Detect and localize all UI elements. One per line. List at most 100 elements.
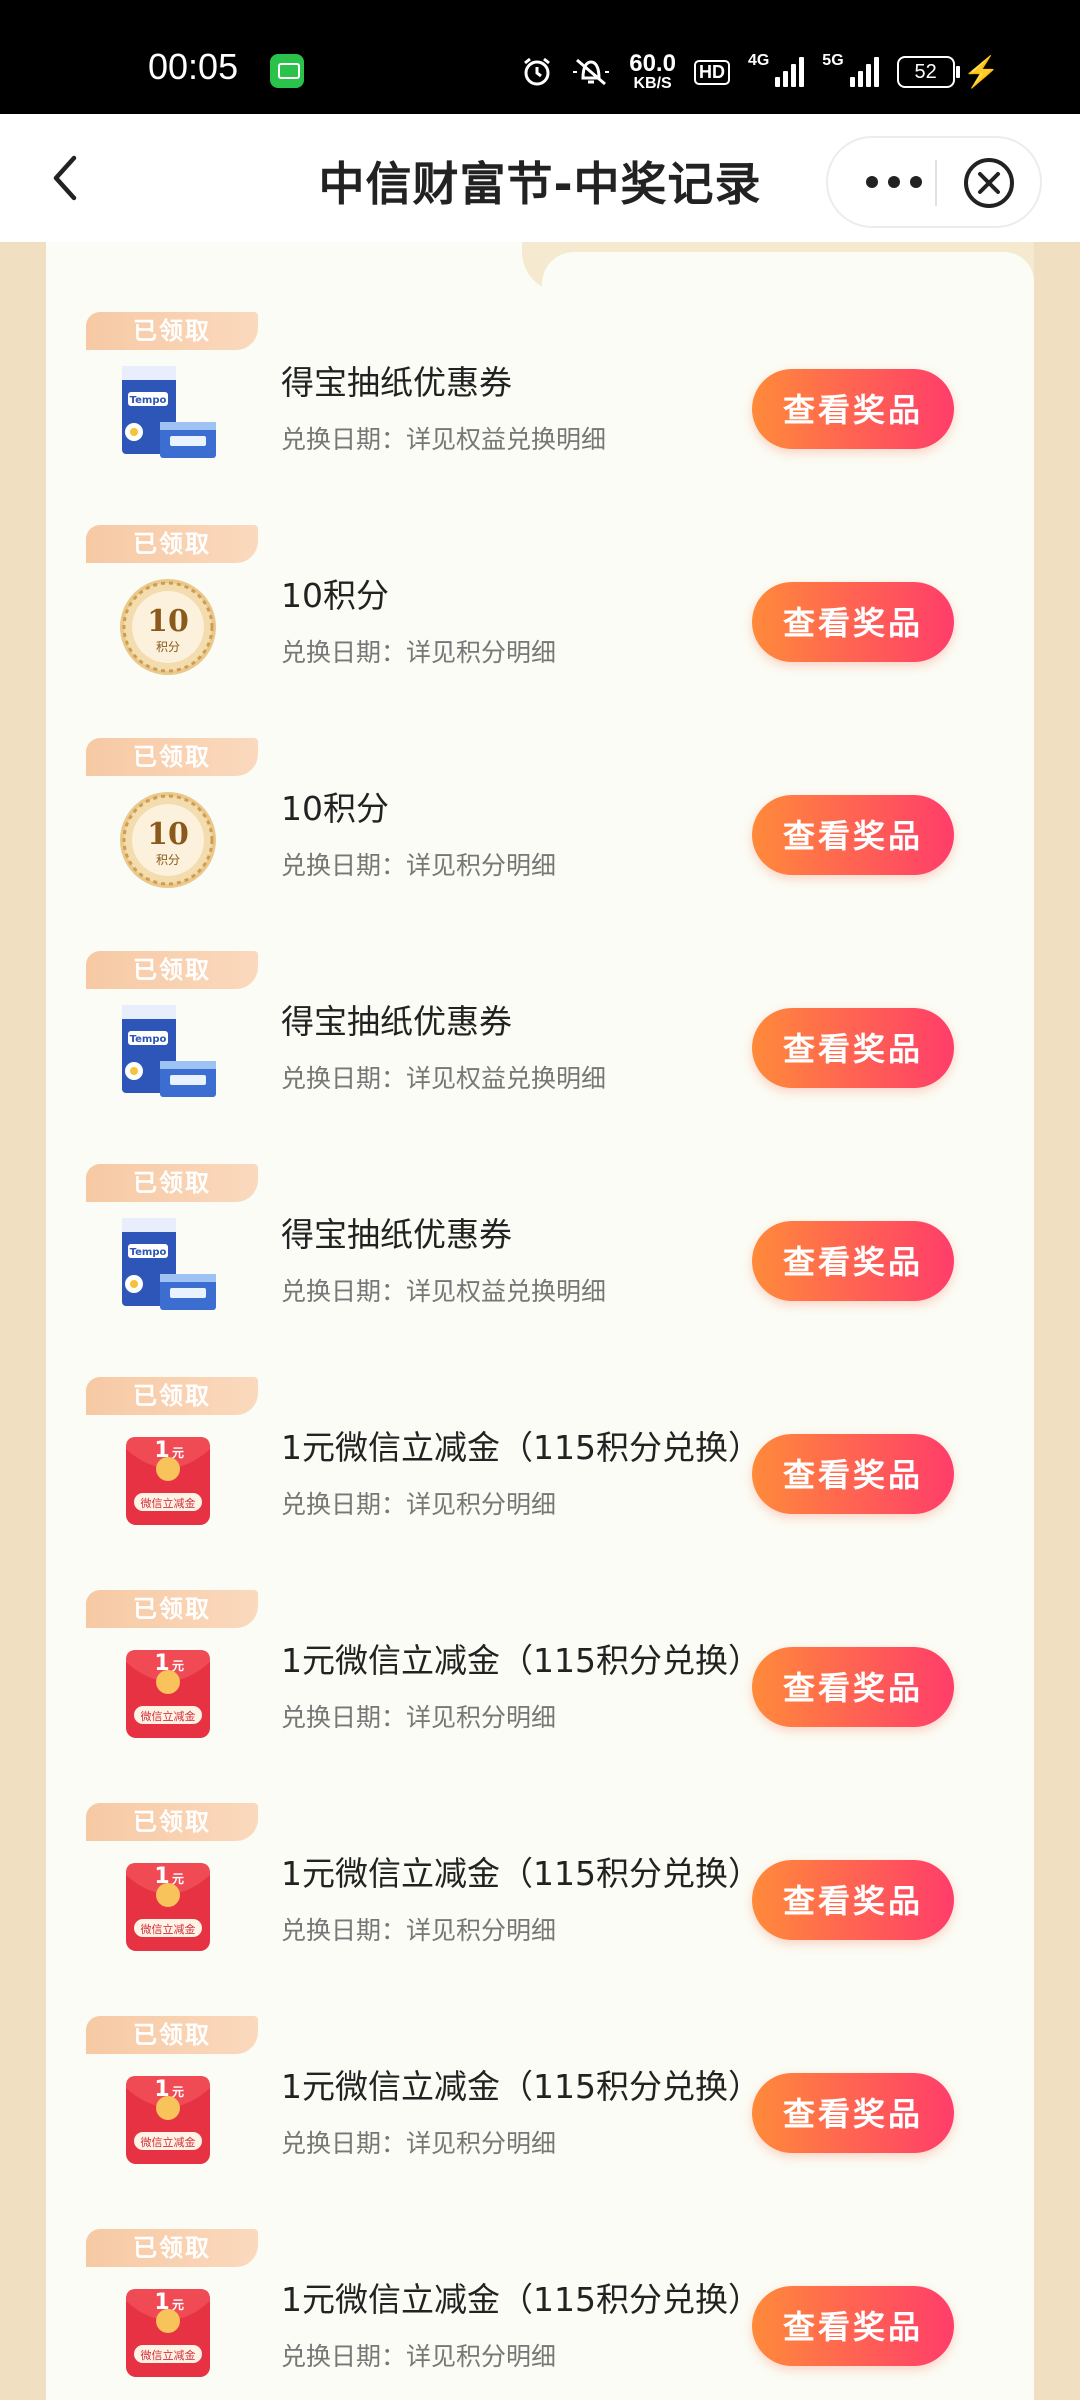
prize-thumbnail: 1 元 微信立减金 [116, 1853, 220, 1957]
status-icons: 60.0 KB/S HD 4G 5G 52 ⚡ [521, 50, 1000, 94]
redeem-date-text: 兑换日期：详见积分明细 [281, 851, 557, 880]
icon-text-value: 1 [154, 1864, 169, 1889]
list-item: 已领取 Tempo 得宝抽纸优惠券 兑换日期：详见权益兑换明细 查看奖品 [46, 951, 1034, 1164]
prize-thumbnail: 1 元 微信立减金 [116, 1427, 220, 1531]
redeem-date-text: 兑换日期：详见积分明细 [281, 638, 557, 667]
view-prize-button[interactable]: 查看奖品 [752, 2286, 954, 2366]
red-envelope-icon: 1 元 微信立减金 [126, 1650, 210, 1738]
prize-title: 1元微信立减金（115积分兑换） [281, 1641, 761, 1680]
claimed-badge: 已领取 [86, 312, 258, 350]
status-time: 00:05 [148, 46, 239, 87]
prize-thumbnail: Tempo [116, 1001, 220, 1105]
prize-title: 得宝抽纸优惠券 [281, 363, 512, 402]
icon-text-unit: 元 [172, 1872, 184, 1886]
view-prize-button[interactable]: 查看奖品 [752, 2073, 954, 2153]
icon-text-unit: 积分 [156, 640, 180, 654]
redeem-date-text: 兑换日期：详见积分明细 [281, 2342, 557, 2371]
icon-text-brand: Tempo [130, 1247, 167, 1258]
signal-bars-icon [775, 57, 805, 87]
network-speed: 60.0 KB/S [629, 52, 676, 92]
icon-text-unit: 元 [172, 1446, 184, 1460]
redeem-date-text: 兑换日期：详见积分明细 [281, 1703, 557, 1732]
view-prize-button[interactable]: 查看奖品 [752, 1221, 954, 1301]
view-prize-button[interactable]: 查看奖品 [752, 582, 954, 662]
redeem-date-text: 兑换日期：详见积分明细 [281, 1490, 557, 1519]
tissue-pack-icon: Tempo [122, 1005, 216, 1097]
prize-thumbnail: 1 元 微信立减金 [116, 1640, 220, 1744]
prize-thumbnail: Tempo [116, 1214, 220, 1318]
speed-unit: KB/S [633, 75, 672, 92]
view-prize-button[interactable]: 查看奖品 [752, 1647, 954, 1727]
claimed-badge: 已领取 [86, 2016, 258, 2054]
battery-icon: 52 [896, 56, 960, 88]
tissue-pack-icon: Tempo [122, 1218, 216, 1310]
claimed-badge: 已领取 [86, 738, 258, 776]
redeem-date-text: 兑换日期：详见权益兑换明细 [281, 1277, 607, 1306]
list-item: 已领取 1 元 微信立减金 1元微信立减金（115积分兑换） 兑换日期：详见积分明… [46, 1803, 1034, 2016]
claimed-badge: 已领取 [86, 1377, 258, 1415]
icon-text-caption: 微信立减金 [141, 1709, 196, 1723]
records-panel: 已领取 Tempo 得宝抽纸优惠券 兑换日期：详见权益兑换明细 查看奖品 已领取 10… [46, 242, 1034, 2400]
icon-text-value: 1 [154, 1438, 169, 1463]
red-envelope-icon: 1 元 微信立减金 [126, 1437, 210, 1525]
network-type-1: 4G [747, 52, 770, 69]
icon-text-unit: 元 [172, 1659, 184, 1673]
record-list: 已领取 Tempo 得宝抽纸优惠券 兑换日期：详见权益兑换明细 查看奖品 已领取 10… [46, 312, 1034, 2400]
icon-text-unit: 积分 [156, 853, 180, 867]
icon-text-caption: 微信立减金 [141, 2135, 196, 2149]
charging-icon: ⚡ [962, 55, 1000, 89]
prize-thumbnail: Tempo [116, 362, 220, 466]
redeem-date-text: 兑换日期：详见积分明细 [281, 1916, 557, 1945]
points-coin-icon: 10 积分 [120, 579, 216, 675]
list-item: 已领取 Tempo 得宝抽纸优惠券 兑换日期：详见权益兑换明细 查看奖品 [46, 1164, 1034, 1377]
list-item: 已领取 1 元 微信立减金 1元微信立减金（115积分兑换） 兑换日期：详见积分明… [46, 1590, 1034, 1803]
mute-bell-icon [573, 58, 610, 86]
view-prize-button[interactable]: 查看奖品 [752, 1860, 954, 1940]
signal-bars-icon-2 [849, 57, 879, 87]
claimed-badge: 已领取 [86, 1803, 258, 1841]
claimed-badge: 已领取 [86, 1590, 258, 1628]
prize-title: 得宝抽纸优惠券 [281, 1002, 512, 1041]
icon-text-unit: 元 [172, 2085, 184, 2099]
redeem-date-text: 兑换日期：详见权益兑换明细 [281, 425, 607, 454]
red-envelope-icon: 1 元 微信立减金 [126, 2076, 210, 2164]
red-envelope-icon: 1 元 微信立减金 [126, 1863, 210, 1951]
list-item: 已领取 10 积分 10积分 兑换日期：详见积分明细 查看奖品 [46, 738, 1034, 951]
prize-title: 得宝抽纸优惠券 [281, 1215, 512, 1254]
status-bar: 00:05 60.0 KB/S HD 4G 5G 52 ⚡ [0, 0, 1080, 114]
view-prize-button[interactable]: 查看奖品 [752, 1434, 954, 1514]
icon-text-value: 10 [147, 604, 189, 639]
points-coin-icon: 10 积分 [120, 792, 216, 888]
view-prize-button[interactable]: 查看奖品 [752, 369, 954, 449]
prize-title: 1元微信立减金（115积分兑换） [281, 2280, 761, 2319]
icon-text-caption: 微信立减金 [141, 1496, 196, 1510]
red-envelope-icon: 1 元 微信立减金 [126, 2289, 210, 2377]
speed-value: 60.0 [629, 50, 676, 77]
prize-title: 10积分 [281, 576, 389, 615]
prize-thumbnail: 1 元 微信立减金 [116, 2066, 220, 2170]
prize-title: 1元微信立减金（115积分兑换） [281, 1854, 761, 1893]
message-notification-icon [270, 54, 304, 88]
prize-title: 1元微信立减金（115积分兑换） [281, 2067, 761, 2106]
more-icon[interactable] [858, 162, 930, 202]
view-prize-button[interactable]: 查看奖品 [752, 795, 954, 875]
panel-top-decoration [522, 242, 1034, 292]
title-bar: 中信财富节-中奖记录 [0, 114, 1080, 242]
view-prize-button[interactable]: 查看奖品 [752, 1008, 954, 1088]
close-icon[interactable] [962, 156, 1016, 210]
icon-text-value: 1 [154, 1651, 169, 1676]
network-type-2: 5G [822, 52, 844, 69]
miniapp-capsule [826, 136, 1042, 228]
list-item: 已领取 1 元 微信立减金 1元微信立减金（115积分兑换） 兑换日期：详见积分明… [46, 1377, 1034, 1590]
list-item: 已领取 10 积分 10积分 兑换日期：详见积分明细 查看奖品 [46, 525, 1034, 738]
tissue-pack-icon: Tempo [122, 366, 216, 458]
icon-text-caption: 微信立减金 [141, 1922, 196, 1936]
icon-text-brand: Tempo [130, 395, 167, 406]
prize-thumbnail: 1 元 微信立减金 [116, 2279, 220, 2383]
icon-text-brand: Tempo [130, 1034, 167, 1045]
hd-voice-icon: HD [693, 59, 730, 85]
icon-text-value: 10 [147, 817, 189, 852]
redeem-date-text: 兑换日期：详见积分明细 [281, 2129, 557, 2158]
list-item: 已领取 1 元 微信立减金 1元微信立减金（115积分兑换） 兑换日期：详见积分明… [46, 2016, 1034, 2229]
claimed-badge: 已领取 [86, 525, 258, 563]
